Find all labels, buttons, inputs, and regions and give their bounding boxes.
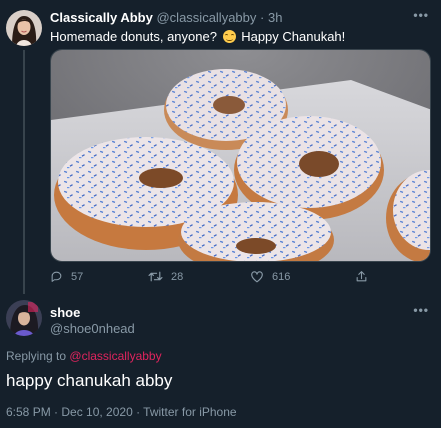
tweet-text: Homemade donuts, anyone? Happy Chanukah!	[50, 29, 345, 44]
reply-icon	[51, 271, 62, 282]
tweet-text-part-2: Happy Chanukah!	[241, 29, 346, 44]
separator-dot: ·	[260, 10, 265, 25]
reply-header: shoe @shoe0nhead	[50, 305, 135, 336]
author-name[interactable]: Classically Abby	[50, 10, 153, 25]
tweet-time[interactable]: 3h	[268, 10, 282, 25]
replying-to-label: Replying to	[6, 349, 67, 363]
avatar-classically-abby[interactable]	[6, 10, 42, 46]
reply-count: 57	[71, 270, 84, 283]
reply-timestamp-source[interactable]: 6:58 PM · Dec 10, 2020 · Twitter for iPh…	[6, 405, 237, 419]
reply-author-handle[interactable]: @shoe0nhead	[50, 321, 135, 336]
reply-button[interactable]: 57	[50, 270, 83, 283]
replying-to-mention[interactable]: @classicallyabby	[69, 349, 161, 363]
tweet-text-part-1: Homemade donuts, anyone?	[50, 29, 217, 44]
reply-text: happy chanukah abby	[6, 371, 173, 390]
heart-icon	[251, 271, 263, 283]
author-handle[interactable]: @classicallyabby	[156, 10, 256, 25]
like-count: 616	[272, 270, 291, 283]
share-button[interactable]	[355, 270, 376, 283]
smiling-face-emoji-icon	[222, 30, 236, 43]
share-icon	[356, 271, 367, 282]
tweet-header: Classically Abby @classicallyabby · 3h	[50, 10, 282, 25]
reply-author-name[interactable]: shoe	[50, 305, 135, 320]
tweet-media-photo[interactable]	[50, 49, 431, 262]
retweet-icon	[148, 271, 163, 282]
thread-connector-line	[23, 50, 25, 294]
more-options-icon[interactable]: •••	[413, 8, 429, 22]
reply-more-options-icon[interactable]: •••	[413, 303, 429, 317]
retweet-button[interactable]: 28	[148, 270, 183, 283]
replying-to: Replying to @classicallyabby	[6, 349, 162, 363]
like-button[interactable]: 616	[250, 270, 290, 283]
retweet-count: 28	[171, 270, 184, 283]
avatar-shoe[interactable]	[6, 300, 42, 336]
